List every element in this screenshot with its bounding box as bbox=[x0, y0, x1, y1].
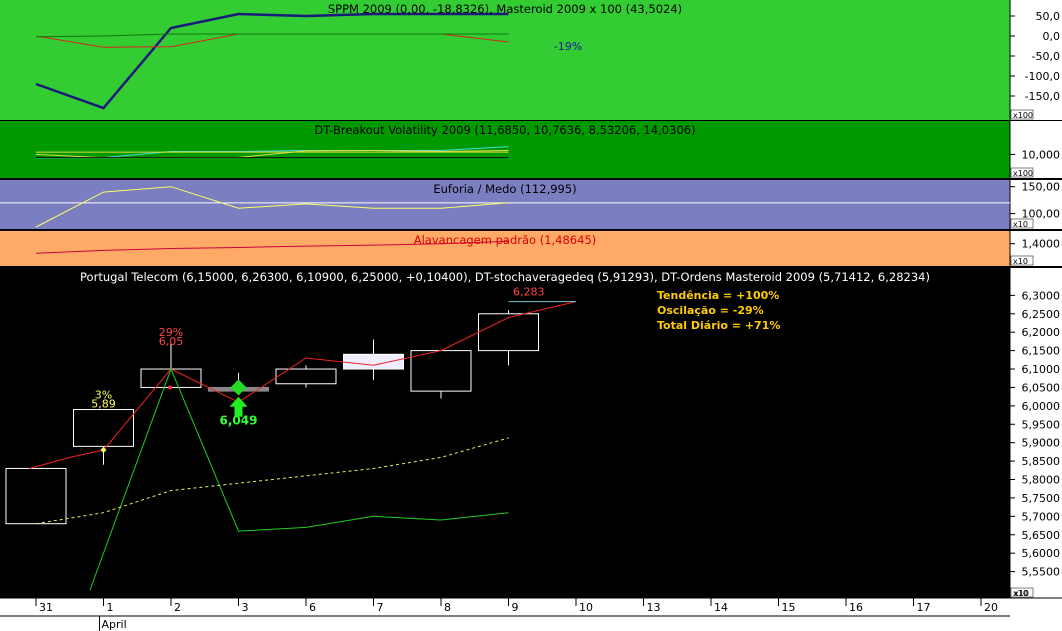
chart-title: Euforia / Medo (112,995) bbox=[433, 182, 576, 196]
y-tick-label: 6,0000 bbox=[1022, 400, 1061, 413]
candle-body bbox=[140, 368, 202, 388]
y-tick-label: 5,7000 bbox=[1022, 510, 1061, 523]
y-tick-label: 50,0 bbox=[1036, 10, 1061, 23]
data-label: 6,283 bbox=[513, 285, 545, 298]
x-tick-label: 13 bbox=[647, 601, 661, 614]
panel-2: 10,000 x100 DT-Breakout Volatility 2009 (1… bbox=[0, 121, 1062, 178]
y-tick-label: 150,00 bbox=[1022, 181, 1061, 194]
data-label: 5,89 bbox=[91, 398, 116, 411]
x-tick-label: 16 bbox=[849, 601, 863, 614]
x-tick-label: 7 bbox=[377, 601, 384, 614]
y-tick-label: 6,0500 bbox=[1022, 381, 1061, 394]
x-tick-label: 8 bbox=[444, 601, 451, 614]
x-tick-label: 14 bbox=[714, 601, 728, 614]
y-tick-label: 6,2500 bbox=[1022, 308, 1061, 321]
panel-1: 50,0 0,0 -50,0 -100,0 -150,0 x100 SPPM 2009 (0… bbox=[0, 0, 1062, 120]
y-tick-label: 5,8000 bbox=[1022, 474, 1061, 487]
y-tick-label: -150,0 bbox=[1025, 90, 1060, 103]
x-tick-label: 9 bbox=[512, 601, 519, 614]
x-scale-label: x10 bbox=[1014, 589, 1029, 598]
panel-3: 150,00 100,00x10 Euforia / Medo (112,995) bbox=[0, 180, 1062, 229]
x-axis-area bbox=[0, 598, 1062, 631]
x-tick-label: 2 bbox=[174, 601, 181, 614]
scale-label: x10 bbox=[1013, 257, 1028, 266]
y-tick-label: 0,0 bbox=[1043, 30, 1061, 43]
y-tick-label: 6,2000 bbox=[1022, 326, 1061, 339]
scale-label: x100 bbox=[1013, 169, 1033, 178]
y-tick-label: 5,8500 bbox=[1022, 455, 1061, 468]
data-label: 6,05 bbox=[159, 335, 184, 348]
y-tick-label: 1,4000 bbox=[1022, 238, 1061, 251]
scale-label: x100 bbox=[1013, 111, 1033, 120]
x-tick-label: 3 bbox=[242, 601, 249, 614]
y-tick-label: 6,3000 bbox=[1022, 289, 1061, 302]
y-tick-label: 5,6000 bbox=[1022, 547, 1061, 560]
candle-body bbox=[5, 467, 67, 525]
legend-line: Total Diário = +71% bbox=[657, 319, 780, 332]
x-tick-label: 6 bbox=[309, 601, 316, 614]
chart-window: 50,0 0,0 -50,0 -100,0 -150,0 x100 SPPM 2009 (0… bbox=[0, 0, 1062, 631]
candle-body bbox=[343, 353, 404, 370]
chart-title: DT-Breakout Volatility 2009 (11,6850, 10… bbox=[314, 123, 695, 137]
x-tick-label: 17 bbox=[917, 601, 931, 614]
y-tick-label: 5,7500 bbox=[1022, 492, 1061, 505]
chart-canvas: 50,0 0,0 -50,0 -100,0 -150,0 x100 SPPM 2009 (0… bbox=[0, 0, 1062, 631]
candle-body bbox=[73, 409, 134, 447]
scale-label: x10 bbox=[1013, 220, 1028, 229]
panel-5: 6,3000 6,2500 6,2000 6,1500 6,1000 6,0500 6,00… bbox=[0, 268, 1062, 598]
x-tick-label: 15 bbox=[782, 601, 796, 614]
panel-background bbox=[0, 0, 1010, 120]
x-tick-label: 1 bbox=[107, 601, 114, 614]
y-tick-label: 5,6500 bbox=[1022, 529, 1061, 542]
month-label: April bbox=[102, 618, 127, 631]
y-tick-label: 5,9500 bbox=[1022, 418, 1061, 431]
chart-title: Portugal Telecom (6,15000, 6,26300, 6,10… bbox=[80, 270, 930, 284]
y-tick-label: 5,5500 bbox=[1022, 566, 1061, 579]
marker-dot bbox=[168, 385, 172, 390]
x-tick-label: 20 bbox=[984, 601, 998, 614]
legend-line: Oscilação = -29% bbox=[657, 304, 764, 317]
y-tick-label: 5,9000 bbox=[1022, 437, 1061, 450]
y-tick-label: 6,1000 bbox=[1022, 363, 1061, 376]
chart-title: Alavancagem padrão (1,48645) bbox=[414, 233, 597, 247]
panel-4: 1,4000 x10 Alavancagem padrão (1,48645) bbox=[0, 231, 1062, 266]
candle-body bbox=[410, 350, 472, 392]
x-tick-label: 10 bbox=[579, 601, 593, 614]
y-tick-label: 6,1500 bbox=[1022, 345, 1061, 358]
y-tick-label: 100,00 bbox=[1022, 208, 1061, 221]
chart-annotation: -19% bbox=[554, 40, 582, 53]
y-tick-label: -50,0 bbox=[1032, 50, 1060, 63]
y-tick-label: 10,000 bbox=[1022, 148, 1061, 161]
chart-title: SPPM 2009 (0,00, -18,8326), Masteroid 20… bbox=[328, 2, 682, 16]
legend-line: Tendência = +100% bbox=[657, 289, 779, 302]
x-tick-label: 31 bbox=[39, 601, 53, 614]
candle-body bbox=[478, 313, 539, 352]
y-tick-label: -100,0 bbox=[1025, 70, 1060, 83]
